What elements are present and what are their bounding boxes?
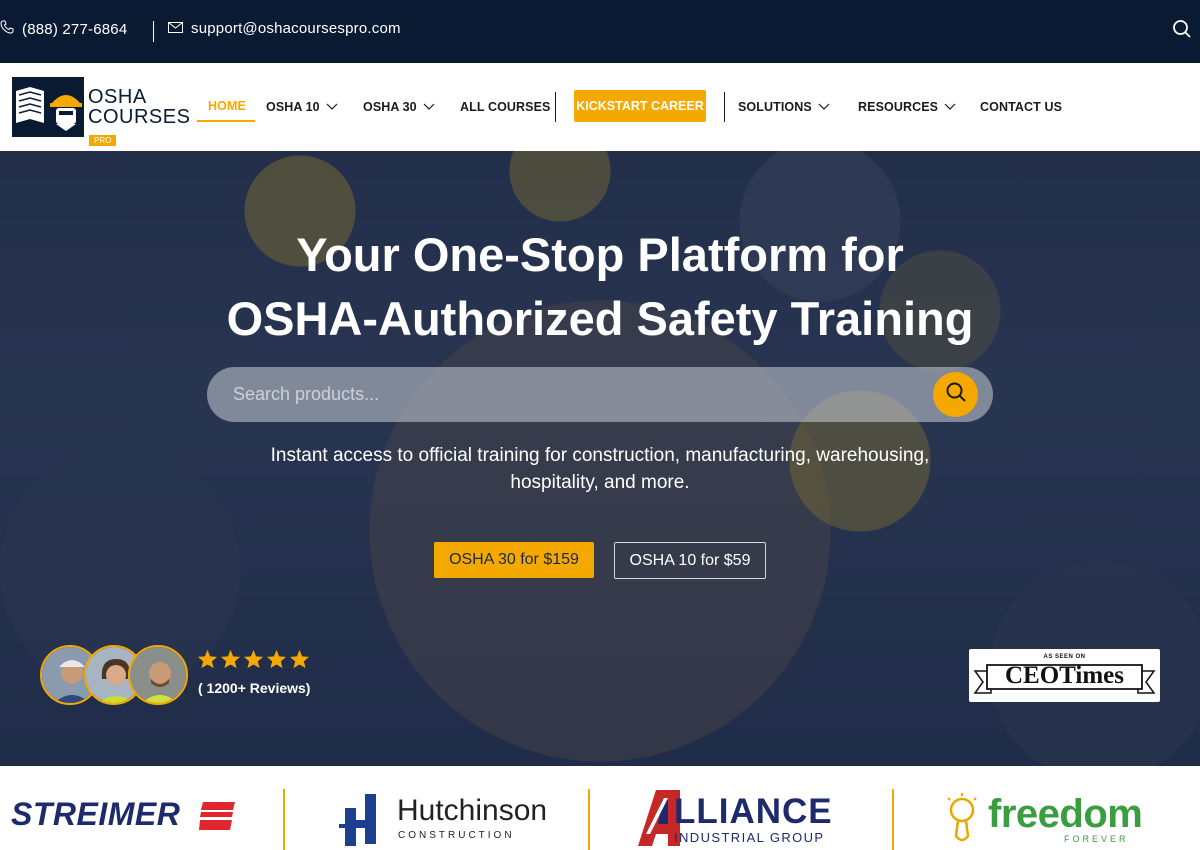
chevron-down-icon: [944, 100, 956, 114]
hutchinson-logo: Hutchinson CONSTRUCTION: [339, 794, 547, 850]
star-icon: [289, 649, 310, 669]
logo-divider: [892, 789, 894, 850]
avatar: [128, 645, 188, 705]
kickstart-career-button[interactable]: KICKSTART CAREER: [574, 90, 706, 122]
nav-solutions[interactable]: SOLUTIONS: [738, 100, 830, 114]
phone-link[interactable]: (888) 277-6864: [0, 20, 127, 38]
top-bar: (888) 277-6864 support@oshacoursespro.co…: [0, 0, 1200, 63]
hero-section: Your One-Stop Platform for OSHA-Authoriz…: [0, 151, 1200, 766]
nav-home[interactable]: HOME: [208, 99, 246, 113]
logo-line-1: OSHA: [88, 86, 147, 108]
nav-resources[interactable]: RESOURCES: [858, 100, 956, 114]
nav-solutions-label: SOLUTIONS: [738, 100, 812, 114]
nav-osha-30[interactable]: OSHA 30: [363, 100, 435, 114]
hero-title-line-1: Your One-Stop Platform for: [296, 228, 904, 281]
hero-title: Your One-Stop Platform for OSHA-Authoriz…: [0, 223, 1200, 351]
phone-number: (888) 277-6864: [22, 20, 128, 38]
nav-home-label: HOME: [208, 99, 246, 113]
phone-icon: [0, 20, 14, 38]
reviews-count[interactable]: ( 1200+ Reviews): [198, 680, 310, 696]
nav-resources-label: RESOURCES: [858, 100, 939, 114]
hero-subtitle: Instant access to official training for …: [270, 445, 930, 493]
nav-osha-10-label: OSHA 10: [266, 100, 320, 114]
freedom-name: freedom: [988, 792, 1143, 836]
freedom-subtitle: FOREVER: [1064, 834, 1129, 844]
email-link[interactable]: support@oshacoursespro.com: [168, 20, 401, 37]
search-icon[interactable]: [1172, 19, 1192, 44]
search-icon: [945, 381, 967, 408]
nav-all-courses-label: ALL COURSES: [460, 100, 551, 114]
nav-contact-us[interactable]: CONTACT US: [980, 100, 1062, 114]
chevron-down-icon: [818, 100, 830, 114]
hutchinson-name: Hutchinson: [397, 794, 548, 827]
star-icon: [220, 649, 241, 669]
hutchinson-h-icon: [339, 794, 376, 846]
main-nav: OSHA COURSES PRO HOME OSHA 10 OSHA 30 AL…: [0, 63, 1200, 151]
star-icon: [243, 649, 264, 669]
mail-icon: [168, 20, 183, 37]
osha-30-cta-button[interactable]: OSHA 30 for $159: [434, 542, 594, 578]
active-underline: [197, 120, 255, 122]
rating-stars: [197, 649, 310, 669]
star-icon: [266, 649, 287, 669]
ceo-times-logo: CEOTimes: [1005, 662, 1124, 689]
streimer-flag-icon: [199, 802, 235, 835]
chevron-down-icon: [423, 100, 435, 114]
nav-osha-30-label: OSHA 30: [363, 100, 417, 114]
hutchinson-subtitle: CONSTRUCTION: [398, 830, 515, 841]
chevron-down-icon: [326, 100, 338, 114]
as-seen-on-label: AS SEEN ON: [1043, 654, 1086, 660]
alliance-name: LLIANCE: [674, 792, 833, 831]
nav-all-courses[interactable]: ALL COURSES: [460, 100, 550, 114]
star-icon: [197, 649, 218, 669]
book-helmet-logo-icon: [12, 77, 84, 137]
hero-title-line-2: OSHA-Authorized Safety Training: [226, 292, 974, 345]
alliance-logo: LLIANCE INDUSTRIAL GROUP: [638, 790, 832, 850]
partner-logos-strip: STREIMER Hutchinson CONSTRUCTION LLIANCE…: [0, 766, 1200, 850]
nav-separator: [555, 92, 556, 122]
streimer-logo: STREIMER: [11, 796, 181, 832]
nav-osha-10[interactable]: OSHA 10: [266, 100, 338, 114]
lightbulb-icon: [947, 793, 977, 842]
product-search-input[interactable]: [233, 367, 923, 422]
osha-10-cta-button[interactable]: OSHA 10 for $59: [614, 542, 766, 579]
reviewer-avatars: [40, 645, 190, 707]
topbar-divider: [153, 21, 154, 42]
logo-pro-badge: PRO: [89, 135, 117, 146]
logo-line-2: COURSES: [88, 106, 191, 128]
site-logo[interactable]: OSHA COURSES PRO: [12, 77, 191, 146]
logo-divider: [283, 789, 285, 850]
nav-contact-us-label: CONTACT US: [980, 100, 1063, 114]
logo-divider: [588, 789, 590, 850]
ceo-times-badge[interactable]: AS SEEN ON CEOTimes: [969, 649, 1160, 702]
alliance-subtitle: INDUSTRIAL GROUP: [674, 830, 825, 845]
email-address: support@oshacoursespro.com: [191, 20, 401, 37]
freedom-forever-logo: freedom FOREVER: [944, 792, 1143, 850]
search-submit-button[interactable]: [933, 372, 978, 417]
nav-separator: [724, 92, 725, 122]
product-search-bar: [207, 367, 993, 422]
